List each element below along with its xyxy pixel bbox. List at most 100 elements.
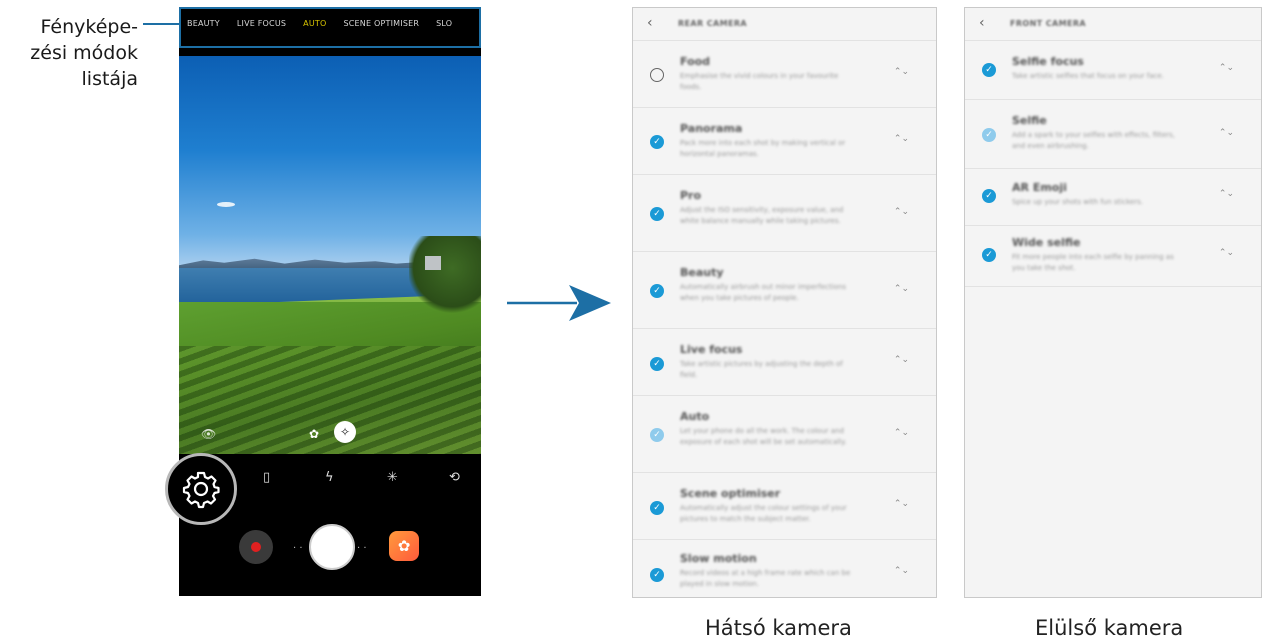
mode-row-panorama[interactable]: ✓ Panorama Pack more into each shot by m… <box>633 108 936 175</box>
mode-description: Adjust the ISO sensitivity, exposure val… <box>680 206 844 225</box>
record-button[interactable] <box>239 530 273 564</box>
reorder-handle-icon[interactable]: ⌃⌄ <box>1219 128 1234 138</box>
dots-left: · · <box>293 543 303 554</box>
landscape-trees <box>409 236 481 316</box>
check-icon[interactable]: ✓ <box>650 501 664 515</box>
mode-row-ar-emoji[interactable]: ✓ AR Emoji Spice up your shots with fun … <box>965 169 1261 226</box>
unchecked-icon[interactable] <box>650 68 664 82</box>
flash-off-icon[interactable]: ϟ <box>325 470 334 485</box>
rear-camera-caption: Hátsó kamera <box>705 616 852 640</box>
shooting-mode-list[interactable]: BEAUTY LIVE FOCUS AUTO SCENE OPTIMISER S… <box>187 19 475 28</box>
reorder-handle-icon[interactable]: ⌃⌄ <box>1219 189 1234 199</box>
mode-name: Selfie <box>1012 114 1047 127</box>
landscape-sky <box>179 56 481 266</box>
mode-name: Slow motion <box>680 552 757 565</box>
panel-header: ‹ REAR CAMERA <box>633 8 936 41</box>
mode-name: Panorama <box>680 122 743 135</box>
mode-row-slow-motion[interactable]: ✓ Slow motion Record videos at a high fr… <box>633 540 936 597</box>
mode-name: Beauty <box>680 266 724 279</box>
check-icon[interactable]: ✓ <box>982 189 996 203</box>
mode-row-selfie-focus[interactable]: ✓ Selfie focus Take artistic selfies tha… <box>965 41 1261 100</box>
mode-row-live-focus[interactable]: ✓ Live focus Take artistic pictures by a… <box>633 329 936 396</box>
mode-scene-optimiser[interactable]: SCENE OPTIMISER <box>343 19 419 28</box>
callout-line-1: Fényképe- <box>40 16 139 38</box>
dots-right: · · <box>357 543 367 554</box>
reorder-handle-icon[interactable]: ⌃⌄ <box>894 499 909 509</box>
rear-camera-modes-panel: ‹ REAR CAMERA Food Emphasise the vivid c… <box>632 7 937 598</box>
reorder-handle-icon[interactable]: ⌃⌄ <box>894 207 909 217</box>
mode-description: Add a spark to your selfies with effects… <box>1012 131 1175 150</box>
reorder-handle-icon[interactable]: ⌃⌄ <box>894 355 909 365</box>
mode-description: Take artistic pictures by adjusting the … <box>680 360 843 379</box>
arrow-right-icon <box>507 285 611 321</box>
check-icon[interactable]: ✓ <box>650 135 664 149</box>
mode-row-beauty[interactable]: ✓ Beauty Automatically airbrush out mino… <box>633 252 936 329</box>
gear-icon <box>182 471 220 509</box>
mode-row-auto[interactable]: ✓ Auto Let your phone do all the work. T… <box>633 396 936 473</box>
reorder-handle-icon[interactable]: ⌃⌄ <box>894 134 909 144</box>
mode-beauty[interactable]: BEAUTY <box>187 19 220 28</box>
back-icon[interactable]: ‹ <box>979 15 985 31</box>
check-icon: ✓ <box>982 128 996 142</box>
mode-description: Record videos at a high frame rate which… <box>680 569 851 588</box>
mode-name: Auto <box>680 410 710 423</box>
filter-icon[interactable]: ✿ <box>309 427 319 441</box>
mode-name: Pro <box>680 189 702 202</box>
reorder-handle-icon[interactable]: ⌃⌄ <box>894 428 909 438</box>
landscape-house <box>425 256 441 270</box>
panel-header: ‹ FRONT CAMERA <box>965 8 1261 41</box>
settings-button[interactable] <box>165 453 237 525</box>
reorder-handle-icon[interactable]: ⌃⌄ <box>1219 248 1234 258</box>
mode-row-pro[interactable]: ✓ Pro Adjust the ISO sensitivity, exposu… <box>633 175 936 252</box>
check-icon: ✓ <box>650 428 664 442</box>
mode-auto[interactable]: AUTO <box>303 19 326 28</box>
reorder-handle-icon[interactable]: ⌃⌄ <box>894 67 909 77</box>
mode-description: Automatically adjust the colour settings… <box>680 504 847 523</box>
check-icon[interactable]: ✓ <box>982 248 996 262</box>
check-icon[interactable]: ✓ <box>650 357 664 371</box>
back-icon[interactable]: ‹ <box>647 15 653 31</box>
mode-name: Live focus <box>680 343 743 356</box>
mode-row-wide-selfie[interactable]: ✓ Wide selfie Fit more people into each … <box>965 226 1261 287</box>
reorder-handle-icon[interactable]: ⌃⌄ <box>1219 63 1234 73</box>
mode-description: Fit more people into each selfie by pann… <box>1012 253 1174 272</box>
check-icon[interactable]: ✓ <box>982 63 996 77</box>
landscape-crops <box>179 346 481 454</box>
mode-row-selfie[interactable]: ✓ Selfie Add a spark to your selfies wit… <box>965 100 1261 169</box>
front-camera-modes-panel: ‹ FRONT CAMERA ✓ Selfie focus Take artis… <box>964 7 1262 598</box>
mode-description: Spice up your shots with fun stickers. <box>1012 198 1143 206</box>
bixby-vision-icon[interactable]: 👁 <box>201 427 216 441</box>
mode-list-callout: Fényképe- zési módok listája <box>0 14 138 92</box>
effects-icon[interactable]: ✧ <box>334 421 356 443</box>
check-icon[interactable]: ✓ <box>650 568 664 582</box>
switch-camera-icon[interactable]: ⟲ <box>449 470 460 485</box>
reorder-handle-icon[interactable]: ⌃⌄ <box>894 566 909 576</box>
mode-row-scene-optimiser[interactable]: ✓ Scene optimiser Automatically adjust t… <box>633 473 936 540</box>
ratio-icon[interactable]: ▯ <box>263 470 270 485</box>
shutter-button[interactable] <box>309 524 355 570</box>
timer-icon[interactable]: ✳ <box>387 470 398 485</box>
mode-description: Automatically airbrush out minor imperfe… <box>680 283 846 302</box>
mode-name: Food <box>680 55 711 68</box>
check-icon[interactable]: ✓ <box>650 207 664 221</box>
panel-title: FRONT CAMERA <box>1010 19 1087 28</box>
mode-name: Scene optimiser <box>680 487 781 500</box>
panel-title: REAR CAMERA <box>678 19 748 28</box>
cloud <box>217 202 235 207</box>
front-camera-caption: Elülső kamera <box>1035 616 1184 640</box>
mode-live-focus[interactable]: LIVE FOCUS <box>237 19 286 28</box>
check-icon[interactable]: ✓ <box>650 284 664 298</box>
gallery-button[interactable]: ✿ <box>389 531 419 561</box>
mode-row-food[interactable]: Food Emphasise the vivid colours in your… <box>633 41 936 108</box>
mode-description: Emphasise the vivid colours in your favo… <box>680 72 839 91</box>
mode-description: Take artistic selfies that focus on your… <box>1012 72 1164 80</box>
callout-line-2: zési módok <box>30 42 138 64</box>
viewfinder[interactable] <box>179 56 481 454</box>
mode-name: Selfie focus <box>1012 55 1084 68</box>
callout-line-3: listája <box>81 68 138 90</box>
mode-name: Wide selfie <box>1012 236 1081 249</box>
mode-description: Let your phone do all the work. The colo… <box>680 427 847 446</box>
mode-description: Pack more into each shot by making verti… <box>680 139 846 158</box>
mode-slow-motion[interactable]: SLO <box>436 19 452 28</box>
reorder-handle-icon[interactable]: ⌃⌄ <box>894 284 909 294</box>
